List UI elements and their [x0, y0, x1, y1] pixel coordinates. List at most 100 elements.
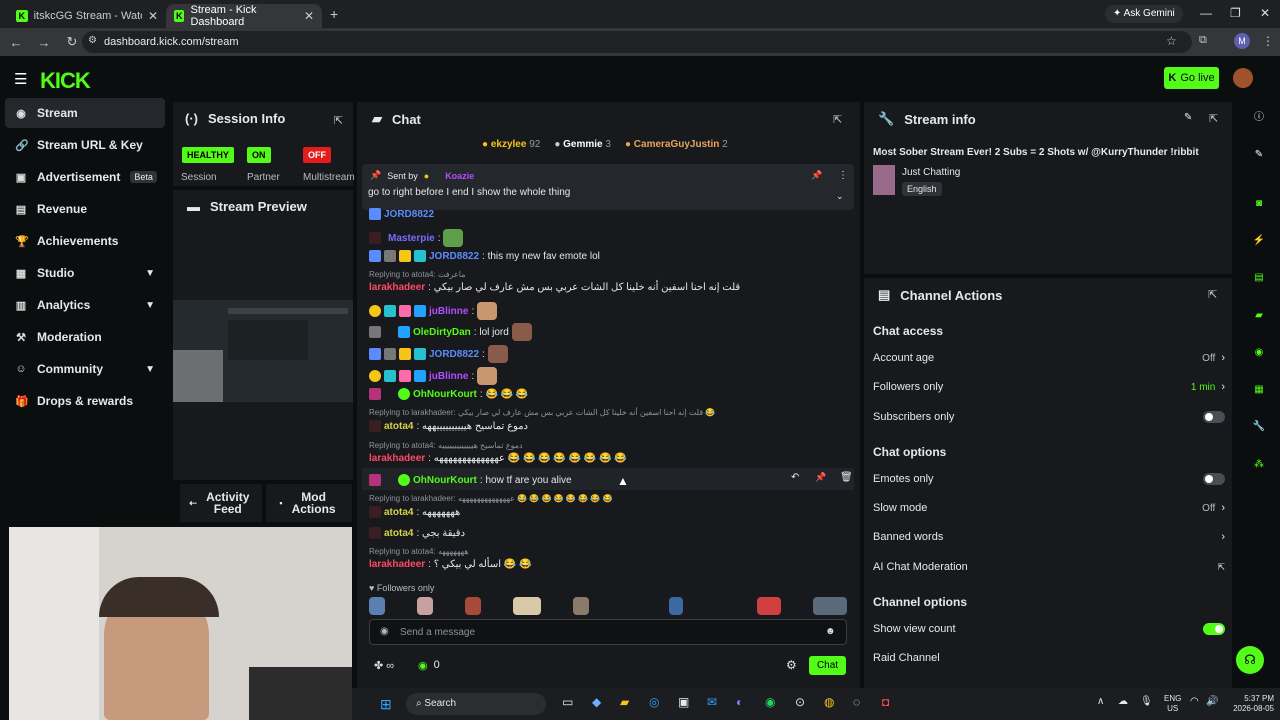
chat-message[interactable]: JORD8822:	[369, 345, 508, 363]
taskbar-search[interactable]: ⌕ Search	[406, 693, 546, 715]
emote-icon[interactable]	[757, 597, 781, 615]
sidebar-item-moderation[interactable]: ⚒ Moderation	[5, 322, 165, 352]
nodes-icon[interactable]: ⁂	[1250, 456, 1268, 474]
kick-points[interactable]: ◉ 0	[418, 659, 440, 672]
chat-message[interactable]: larakhadeer: اسأله لي بيكي ؟ 😂 😂	[369, 559, 531, 570]
chat-message[interactable]: juBlinne:	[369, 302, 498, 320]
close-icon[interactable]: ✕	[304, 9, 314, 23]
taskbar-clock[interactable]: 5:37 PM 2026-08-05	[1224, 694, 1274, 714]
mail-icon[interactable]: ✉	[707, 695, 717, 709]
microphone-icon[interactable]: 🎙	[1140, 696, 1153, 707]
emote-icon[interactable]	[369, 597, 385, 615]
volume-icon[interactable]: 🔊	[1206, 696, 1218, 707]
sidebar-item-stream-url-key[interactable]: 🔗 Stream URL & Key	[5, 130, 165, 160]
chat-message[interactable]: larakhadeer: قلت إنه احنا اسفين أنه خلين…	[369, 282, 740, 293]
pin-message-icon[interactable]: 📌	[815, 472, 826, 483]
chat-message[interactable]: atota4: هههههههه	[369, 506, 460, 518]
tab-mod-actions[interactable]: ▪ Mod Actions	[266, 484, 352, 522]
tab-kick-dashboard[interactable]: K Stream - Kick Dashboard ✕	[166, 4, 322, 28]
chat-username[interactable]: atota4	[384, 421, 413, 432]
url-input[interactable]: dashboard.kick.com/stream	[82, 31, 1192, 53]
account-age-setting[interactable]: Account age Off ›	[873, 352, 1225, 364]
show-view-count-toggle[interactable]	[1203, 623, 1225, 635]
site-info-icon[interactable]: ⚙	[88, 35, 97, 46]
emote-icon[interactable]	[513, 597, 541, 615]
user-avatar[interactable]	[1233, 68, 1253, 88]
show-view-count-setting[interactable]: Show view count	[873, 623, 1225, 635]
taskview-icon[interactable]: ▭	[562, 695, 573, 709]
chat-message[interactable]: JORD8822: this my new fav emote lol	[369, 250, 600, 262]
popout-icon[interactable]: ⇱	[1209, 112, 1218, 125]
new-tab-icon[interactable]: +	[330, 6, 338, 22]
subscribers-only-setting[interactable]: Subscribers only	[873, 411, 1225, 423]
minimize-icon[interactable]: —	[1200, 6, 1212, 20]
chat-message[interactable]: juBlinne:	[369, 367, 498, 385]
chat-username[interactable]: OhNourKourt	[413, 389, 477, 400]
forward-icon[interactable]: →	[30, 35, 58, 50]
reply-context[interactable]: Replying to atota4: دموع تماسيح هييييييي…	[369, 441, 523, 450]
slow-mode-setting[interactable]: Slow mode Off ›	[873, 502, 1225, 514]
chat-username[interactable]: OhNourKourt	[413, 475, 477, 486]
category-name[interactable]: Just Chatting	[902, 167, 960, 178]
chat-message-input[interactable]: ◉ Send a message ☻	[369, 619, 847, 645]
reply-icon[interactable]: ↶	[791, 472, 799, 483]
hamburger-menu-icon[interactable]: ☰	[14, 70, 27, 88]
emotes-only-setting[interactable]: Emotes only	[873, 473, 1225, 485]
popout-icon[interactable]: ⇱	[1208, 288, 1217, 301]
emote-icon[interactable]	[465, 597, 481, 615]
sidebar-item-studio[interactable]: ▦ Studio ▼	[5, 258, 165, 288]
tray-icon[interactable]: ☁	[1118, 696, 1128, 707]
edit-pencil-icon[interactable]: ✎	[1250, 146, 1268, 164]
raid-channel-setting[interactable]: Raid Channel	[873, 652, 1225, 664]
more-options-icon[interactable]: ⋮	[838, 170, 848, 181]
chat-message[interactable]: larakhadeer: عهههههههههههههه 😂 😂 😂 😂 😂 😂…	[369, 453, 627, 464]
lightning-icon[interactable]: ⚡	[1250, 232, 1268, 250]
ask-gemini-button[interactable]: ✦ Ask Gemini	[1105, 5, 1183, 23]
chevron-down-icon[interactable]: ⌄	[836, 191, 844, 202]
camera-icon[interactable]: ◙	[1250, 195, 1268, 213]
sidebar-item-stream[interactable]: ◉ Stream	[5, 98, 165, 128]
followers-only-setting[interactable]: Followers only 1 min ›	[873, 381, 1225, 393]
file-explorer-icon[interactable]: ▰	[620, 695, 629, 709]
banned-words-setting[interactable]: Banned words ›	[873, 531, 1225, 543]
app-icon[interactable]: ◌	[853, 695, 860, 709]
back-icon[interactable]: ←	[2, 35, 30, 50]
profile-avatar[interactable]: M	[1234, 33, 1250, 49]
sidebar-item-advertisement[interactable]: ▣ Advertisement Beta	[5, 162, 165, 192]
channel-points-icon[interactable]: ✤ ∞	[374, 659, 394, 672]
chat-username[interactable]: JORD8822	[429, 349, 479, 360]
chat-message[interactable]: atota4: دموع تماسيح هييييييييييههه	[369, 420, 528, 432]
delete-icon[interactable]: 🗑	[840, 472, 853, 483]
chat-message[interactable]: Masterpie:	[369, 229, 464, 247]
stream-preview-video[interactable]	[173, 300, 353, 402]
chat-bubble-icon[interactable]: ▰	[1250, 307, 1268, 325]
discord-icon[interactable]: ◐	[736, 695, 743, 709]
support-headset-icon[interactable]: ☊	[1236, 646, 1264, 674]
popout-icon[interactable]: ⇱	[833, 113, 842, 126]
emote-icon[interactable]	[417, 597, 433, 615]
reply-context[interactable]: Replying to larakhadeer: قلت إنه احنا اس…	[369, 408, 715, 417]
copilot-icon[interactable]: ◆	[592, 695, 601, 709]
ai-chat-moderation-setting[interactable]: AI Chat Moderation ⇱	[873, 561, 1225, 573]
chat-settings-gear-icon[interactable]: ⚙	[786, 658, 797, 672]
sidebar-item-drops-rewards[interactable]: 🎁 Drops & rewards	[5, 386, 165, 416]
emotes-only-toggle[interactable]	[1203, 473, 1225, 485]
tab-watch-live[interactable]: K itskcGG Stream - Watch Live on ✕	[8, 4, 166, 28]
spotify-icon[interactable]: ◉	[765, 695, 775, 709]
send-chat-button[interactable]: Chat	[809, 656, 846, 675]
chat-username[interactable]: atota4	[384, 528, 413, 539]
subscribers-only-toggle[interactable]	[1203, 411, 1225, 423]
pinned-message[interactable]: 📌 Sent by ● Koazie go to right before I end…	[362, 164, 854, 210]
chat-username[interactable]: larakhadeer	[369, 282, 425, 293]
windows-start-icon[interactable]: ⊞	[380, 696, 392, 713]
emote-icon[interactable]	[813, 597, 847, 615]
window-close-icon[interactable]: ✕	[1260, 6, 1270, 20]
browser-menu-icon[interactable]: ⋮	[1262, 34, 1274, 48]
chat-message[interactable]: atota4: دقيقة بجي	[369, 527, 465, 539]
sidebar-item-revenue[interactable]: ▤ Revenue	[5, 194, 165, 224]
emote-icon[interactable]	[669, 597, 683, 615]
wifi-icon[interactable]: ◠	[1190, 696, 1199, 707]
go-live-button[interactable]: K Go live	[1164, 67, 1219, 89]
document-icon[interactable]: ▤	[1250, 269, 1268, 287]
info-icon[interactable]: ⓘ	[1250, 109, 1268, 127]
